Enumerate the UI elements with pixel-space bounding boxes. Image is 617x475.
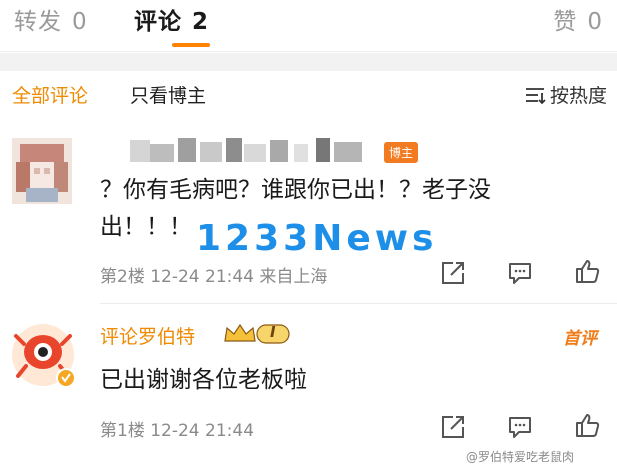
share-icon[interactable] <box>440 414 466 440</box>
comment-icon[interactable] <box>507 414 533 440</box>
filter-bar: 全部评论 只看博主 按热度 <box>0 71 617 117</box>
tab-repost-label: 转发 <box>14 9 62 35</box>
tab-comment-label: 评论 <box>134 9 182 35</box>
filter-all-comments[interactable]: 全部评论 <box>12 81 88 108</box>
first-comment-tag: 首评 <box>563 329 597 349</box>
tab-like[interactable]: 赞0 <box>553 2 603 36</box>
tab-comment[interactable]: 评论 2 <box>134 2 209 36</box>
active-tab-underline <box>172 43 210 47</box>
tab-repost-count: 0 <box>72 9 88 35</box>
comment-divider <box>100 303 617 304</box>
comment-text: 已出谢谢各位老板啦 <box>100 367 307 393</box>
tab-comment-count: 2 <box>192 9 210 35</box>
sort-label: 按热度 <box>549 85 607 107</box>
source-credit: @罗伯特爱吃老鼠肉 <box>466 450 575 464</box>
username[interactable]: 评论罗伯特 <box>100 322 195 349</box>
tab-like-label: 赞 <box>553 9 578 35</box>
sort-by-hot-button[interactable]: 按热度 <box>524 81 607 108</box>
comment-icon[interactable] <box>507 260 533 286</box>
avatar[interactable] <box>10 322 76 388</box>
vip-level: I <box>270 323 276 341</box>
watermark: 1233News <box>196 218 438 259</box>
comment-meta: 第1楼 12-24 21:44 <box>100 421 255 441</box>
sort-icon <box>525 87 546 104</box>
username-blurred[interactable] <box>130 136 370 166</box>
share-icon[interactable] <box>440 260 466 286</box>
comment-meta: 第2楼 12-24 21:44 来自上海 <box>100 267 328 287</box>
tab-bar: 转发 0 评论 2 赞0 <box>0 0 617 52</box>
tab-like-count: 0 <box>587 9 603 35</box>
section-gap <box>0 53 617 71</box>
blogger-badge: 博主 <box>384 142 419 163</box>
avatar[interactable] <box>12 138 72 204</box>
tab-repost[interactable]: 转发 0 <box>14 2 88 36</box>
filter-blogger-only[interactable]: 只看博主 <box>130 81 206 108</box>
vip-crown-icon <box>224 323 290 344</box>
like-icon[interactable] <box>574 258 600 284</box>
like-icon[interactable] <box>574 412 600 438</box>
